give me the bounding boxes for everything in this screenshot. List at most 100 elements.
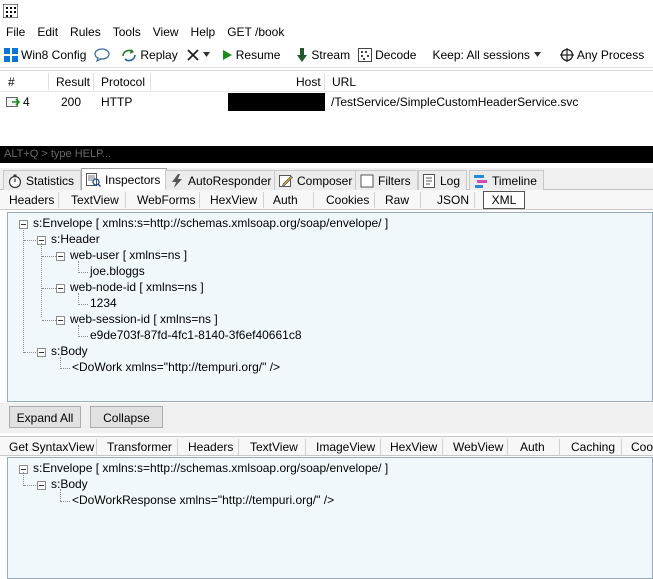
session-icon — [6, 96, 21, 111]
tab-composer[interactable]: Composer — [274, 170, 360, 190]
node-doworkresponse[interactable]: <DoWorkResponse xmlns="http://tempuri.or… — [72, 493, 334, 507]
windows-logo-icon — [4, 47, 18, 62]
menu-file[interactable]: File — [6, 25, 31, 39]
collapse-web-user-toggle[interactable] — [56, 252, 65, 261]
resp-tab-headers[interactable]: Headers — [188, 440, 233, 454]
resp-tab-hexview[interactable]: HexView — [390, 440, 437, 454]
req-tab-webforms[interactable]: WebForms — [137, 193, 195, 207]
node-dowork[interactable]: <DoWork xmlns="http://tempuri.org/" /> — [72, 360, 280, 374]
node-header[interactable]: s:Header — [51, 232, 100, 246]
tab-divider — [263, 192, 264, 208]
collapse-body-toggle[interactable] — [37, 348, 46, 357]
column-divider — [48, 73, 49, 90]
tab-statistics[interactable]: Statistics — [3, 170, 82, 190]
collapse-web-node-id-toggle[interactable] — [56, 284, 65, 293]
tab-autoresponder-label: AutoResponder — [188, 173, 272, 188]
column-header-url[interactable]: URL — [332, 75, 356, 89]
keep-sessions-dropdown[interactable]: Keep: All sessions — [432, 48, 543, 62]
decode-grid-icon — [358, 47, 373, 62]
node-envelope[interactable]: s:Envelope [ xmlns:s=http://schemas.xmls… — [33, 216, 388, 230]
tab-divider — [474, 192, 475, 208]
resp-tab-imageview[interactable]: ImageView — [316, 440, 375, 454]
response-xml-tree: s:Envelope [ xmlns:s=http://schemas.xmls… — [7, 457, 653, 579]
resp-tab-caching[interactable]: Caching — [571, 440, 615, 454]
req-tab-xml[interactable]: XML — [483, 191, 525, 209]
tab-filters[interactable]: Filters — [355, 170, 418, 190]
tab-divider — [380, 439, 381, 455]
req-tab-hexview[interactable]: HexView — [210, 193, 257, 207]
resume-button[interactable]: Resume — [221, 48, 280, 62]
resp-tab-webview[interactable]: WebView — [453, 440, 503, 454]
sessions-grid: # Result Protocol Host URL 4 200 HTTP /T… — [0, 70, 653, 146]
stream-button[interactable]: Stream — [296, 47, 351, 62]
req-tab-auth[interactable]: Auth — [273, 193, 298, 207]
comment-button[interactable] — [94, 47, 113, 62]
node-web-session-id-value[interactable]: e9de703f-87fd-4fc1-8140-3f6ef40661c8 — [90, 328, 302, 342]
collapse-body-toggle[interactable] — [37, 481, 46, 490]
column-header-result[interactable]: Result — [56, 75, 90, 89]
session-row[interactable]: 4 200 HTTP /TestService/SimpleCustomHead… — [0, 93, 653, 111]
tab-timeline[interactable]: Timeline — [469, 170, 544, 190]
crosshair-icon — [559, 47, 574, 62]
req-tab-textview[interactable]: TextView — [71, 193, 119, 207]
expand-all-button[interactable]: Expand All — [9, 406, 81, 428]
collapse-button[interactable]: Collapse — [90, 406, 163, 428]
column-header-number[interactable]: # — [8, 75, 15, 89]
replay-label: Replay — [140, 47, 178, 62]
node-web-node-id[interactable]: web-node-id [ xmlns=ns ] — [70, 280, 204, 294]
tab-filters-label: Filters — [378, 173, 411, 188]
menu-rules[interactable]: Rules — [70, 25, 107, 39]
resp-tab-cookies[interactable]: Cool — [631, 440, 653, 454]
req-tab-json[interactable]: JSON — [437, 193, 469, 207]
tab-divider — [199, 192, 200, 208]
pencil-paper-icon — [279, 174, 293, 187]
tree-line — [60, 501, 70, 502]
node-body[interactable]: s:Body — [51, 477, 88, 491]
req-tab-headers[interactable]: Headers — [9, 193, 54, 207]
menu-help[interactable]: Help — [191, 25, 222, 39]
stream-label: Stream — [311, 47, 351, 62]
remove-button[interactable] — [186, 48, 213, 62]
collapse-envelope-toggle[interactable] — [19, 220, 28, 229]
win8config-button[interactable]: Win8 Config — [4, 47, 86, 62]
session-protocol: HTTP — [101, 95, 133, 109]
column-divider — [93, 73, 94, 90]
node-web-node-id-value[interactable]: 1234 — [90, 296, 117, 310]
tab-statistics-label: Statistics — [26, 173, 75, 188]
tab-log-label: Log — [440, 173, 461, 188]
tree-line — [60, 489, 61, 501]
decode-button[interactable]: Decode — [358, 47, 416, 62]
tab-divider — [238, 439, 239, 455]
replay-button[interactable]: Replay — [121, 47, 178, 62]
response-inspector-tabs: Get SyntaxView Transformer Headers TextV… — [0, 436, 653, 456]
tab-divider — [125, 192, 126, 208]
any-process-button[interactable]: Any Process — [559, 47, 645, 62]
menu-edit[interactable]: Edit — [37, 25, 64, 39]
node-web-user-value[interactable]: joe.bloggs — [90, 264, 145, 278]
tab-log[interactable]: Log — [418, 170, 468, 190]
menu-get-book[interactable]: GET /book — [227, 25, 290, 39]
menu-tools[interactable]: Tools — [113, 25, 147, 39]
tree-line — [78, 272, 88, 273]
req-tab-raw[interactable]: Raw — [385, 193, 409, 207]
resp-tab-get-syntaxview[interactable]: Get SyntaxView — [9, 440, 94, 454]
node-envelope[interactable]: s:Envelope [ xmlns:s=http://schemas.xmls… — [33, 461, 388, 475]
node-web-session-id[interactable]: web-session-id [ xmlns=ns ] — [70, 312, 218, 326]
resp-tab-textview[interactable]: TextView — [250, 440, 298, 454]
column-header-host[interactable]: Host — [296, 75, 321, 89]
collapse-web-session-id-toggle[interactable] — [56, 316, 65, 325]
tab-divider — [313, 192, 314, 208]
any-process-label: Any Process — [576, 47, 645, 62]
req-tab-cookies[interactable]: Cookies — [326, 193, 369, 207]
node-body[interactable]: s:Body — [51, 344, 88, 358]
tab-inspectors[interactable]: Inspectors — [81, 168, 168, 191]
resp-tab-auth[interactable]: Auth — [520, 440, 545, 454]
menu-view[interactable]: View — [153, 25, 185, 39]
node-web-user[interactable]: web-user [ xmlns=ns ] — [70, 248, 187, 262]
tab-autoresponder[interactable]: AutoResponder — [165, 170, 279, 190]
resp-tab-transformer[interactable]: Transformer — [107, 440, 172, 454]
request-xml-tree: s:Envelope [ xmlns:s=http://schemas.xmls… — [7, 212, 653, 402]
quickexec-input[interactable]: ALT+Q > type HELP... — [0, 146, 653, 163]
column-header-protocol[interactable]: Protocol — [101, 75, 145, 89]
fiddler-app-icon — [2, 3, 19, 19]
